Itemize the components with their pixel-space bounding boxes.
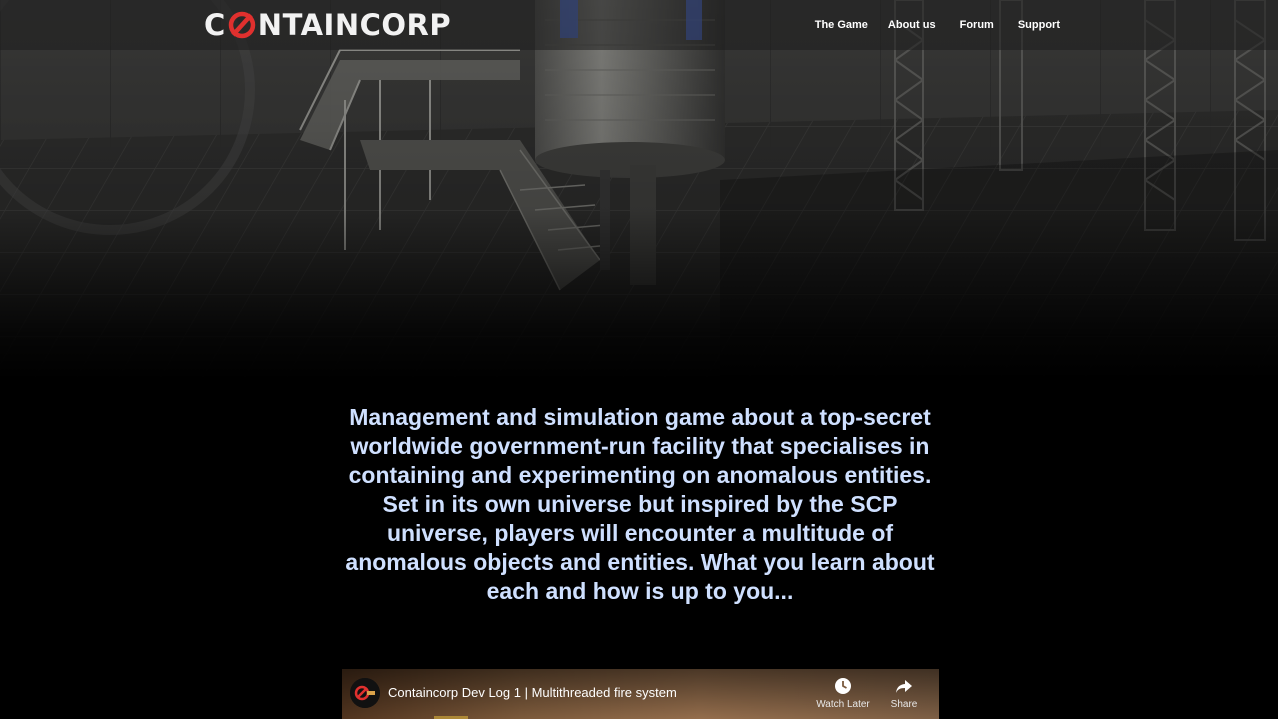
nav-item-about-us[interactable]: About us <box>878 19 946 31</box>
video-embed[interactable]: Containcorp Dev Log 1 | Multithreaded fi… <box>342 669 939 719</box>
site-header: C NTAINCORP The Game About us Forum Supp… <box>0 0 1278 50</box>
page: C NTAINCORP The Game About us Forum Supp… <box>0 0 1278 719</box>
site-logo[interactable]: C NTAINCORP <box>204 6 451 44</box>
share-label: Share <box>890 699 918 710</box>
channel-avatar[interactable] <box>350 678 380 708</box>
watch-later-button[interactable]: Watch Later <box>813 677 873 710</box>
nav-item-support[interactable]: Support <box>1008 19 1070 31</box>
facility-scene-image <box>0 0 1278 380</box>
share-button[interactable]: Share <box>874 677 934 710</box>
watch-later-label: Watch Later <box>816 699 870 710</box>
share-arrow-icon <box>896 680 912 693</box>
main-nav: The Game About us Forum Support <box>805 0 1070 50</box>
logo-initial: C <box>204 8 226 42</box>
nav-item-the-game[interactable]: The Game <box>805 19 878 31</box>
video-title[interactable]: Containcorp Dev Log 1 | Multithreaded fi… <box>388 685 677 700</box>
logo-no-sign-icon <box>227 10 257 40</box>
nav-item-forum[interactable]: Forum <box>946 19 1008 31</box>
game-description: Management and simulation game about a t… <box>345 404 935 604</box>
hero-background <box>0 0 1278 380</box>
clock-icon <box>835 678 851 694</box>
logo-text: NTAINCORP <box>257 8 452 42</box>
